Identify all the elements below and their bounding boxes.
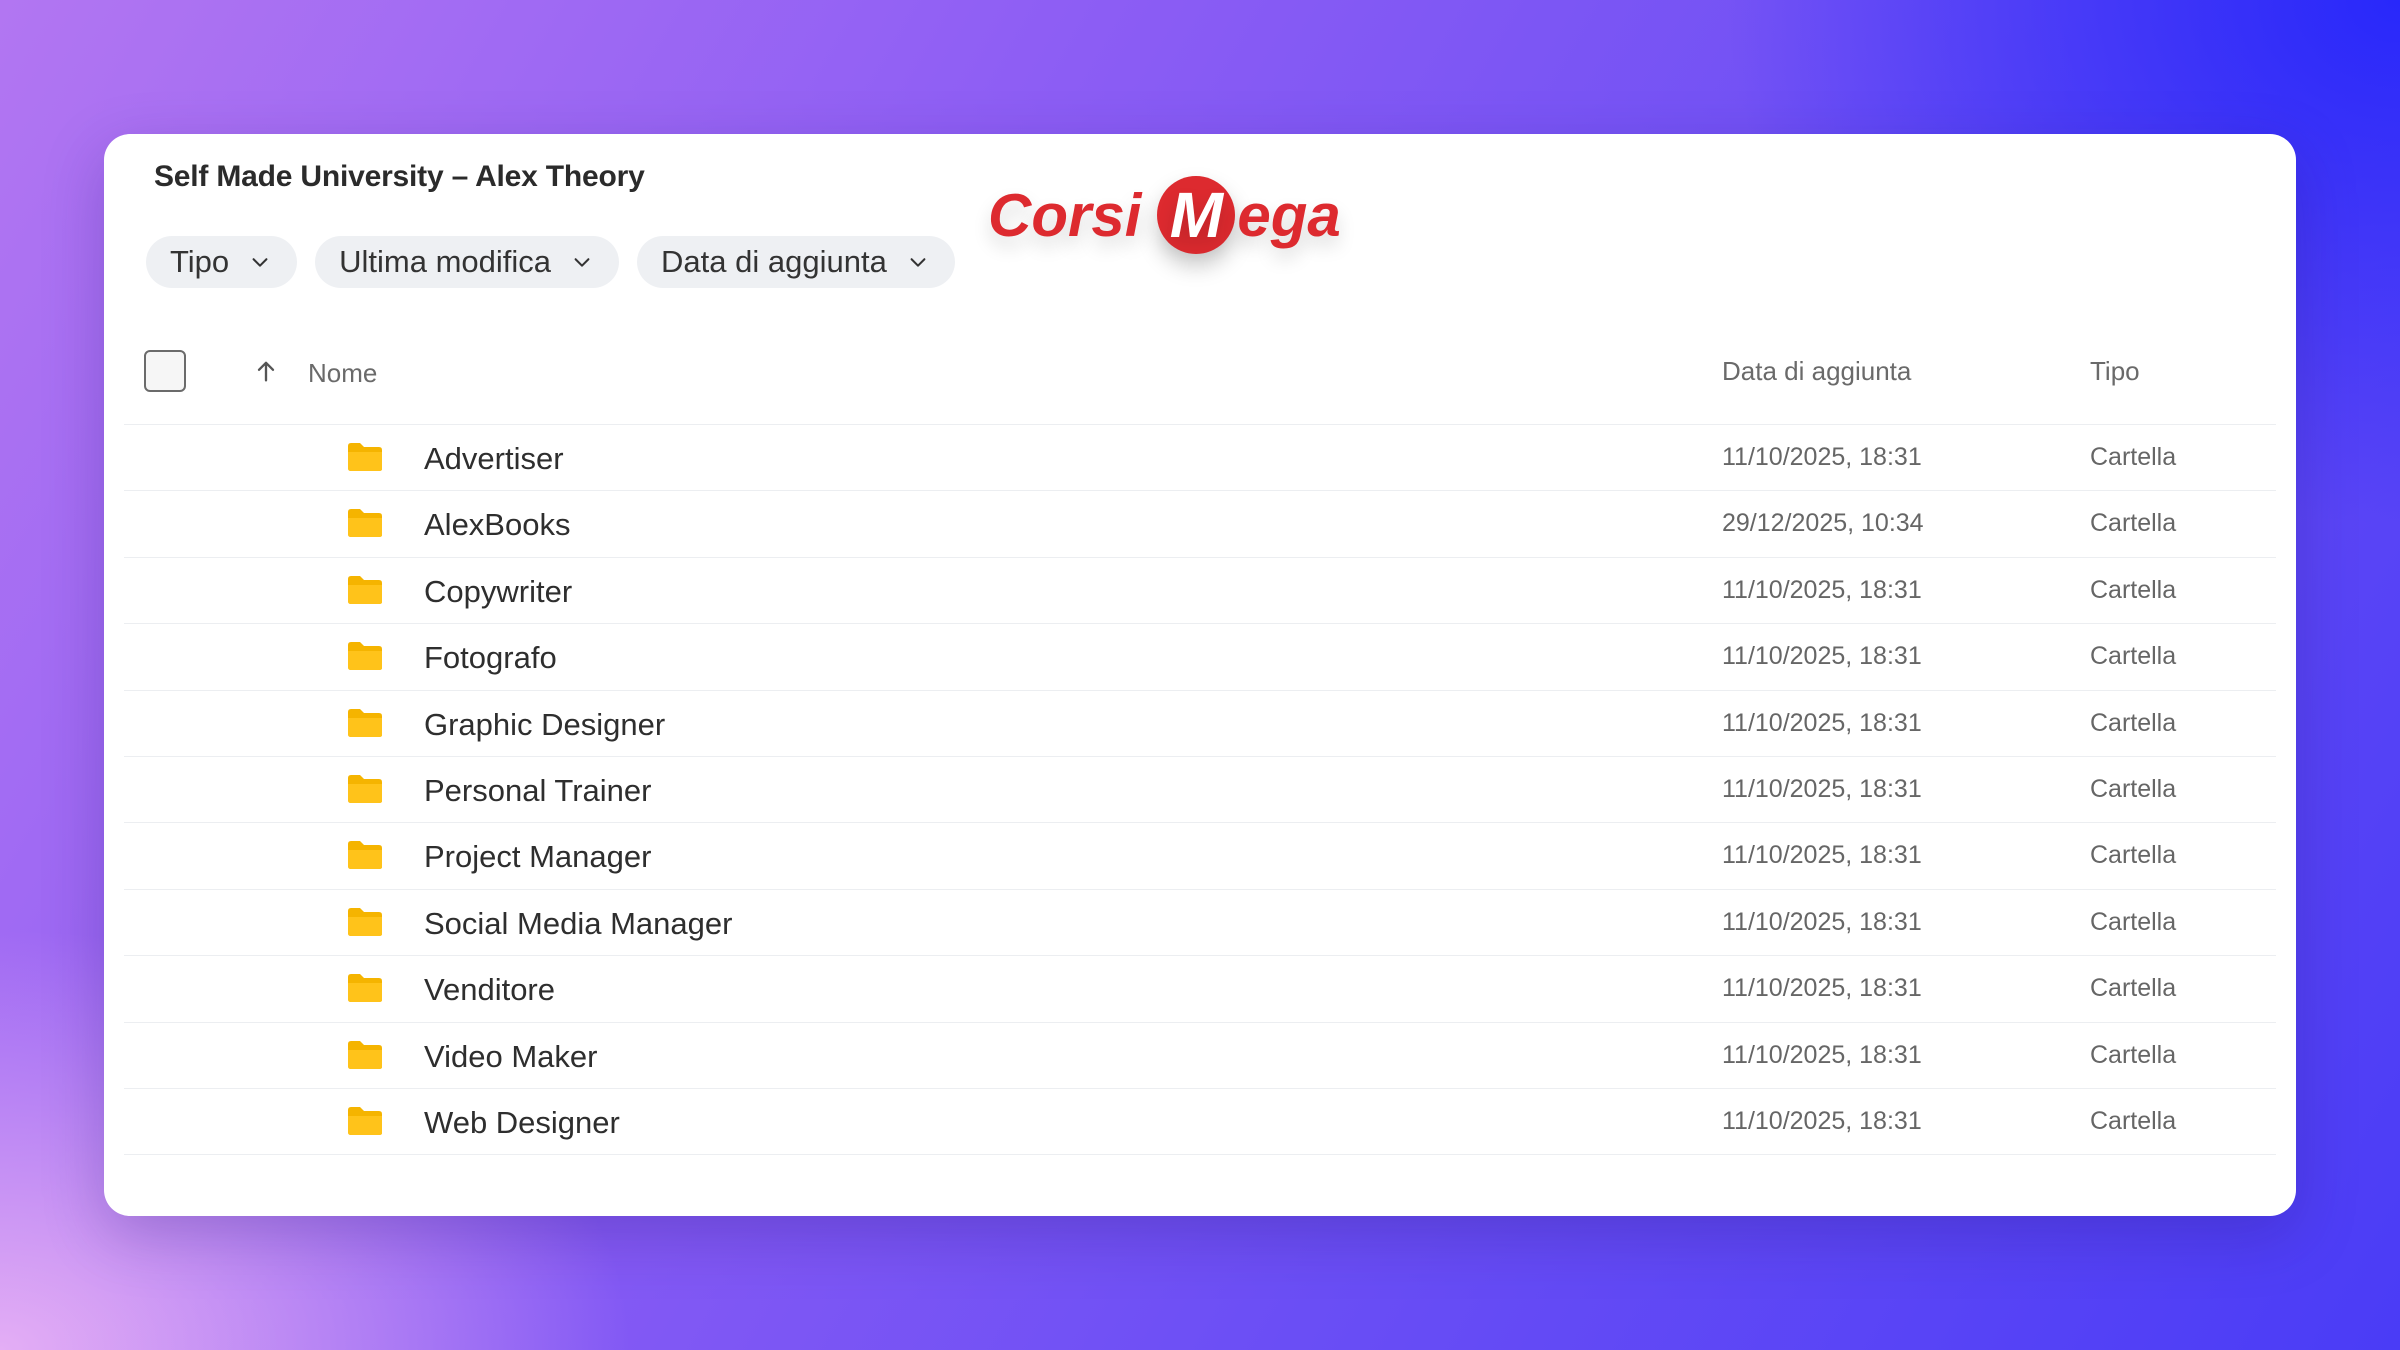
chevron-down-icon bbox=[910, 258, 926, 267]
row-date-added: 11/10/2025, 18:31 bbox=[1722, 708, 1922, 737]
folder-icon bbox=[348, 774, 382, 803]
table-row[interactable]: AlexBooks 29/12/2025, 10:34 Cartella bbox=[124, 490, 2276, 556]
page-title: Self Made University – Alex Theory bbox=[154, 160, 645, 193]
row-type: Cartella bbox=[2090, 509, 2177, 538]
row-date-added: 11/10/2025, 18:31 bbox=[1722, 841, 1922, 870]
row-date-added: 11/10/2025, 18:31 bbox=[1722, 575, 1922, 604]
row-type: Cartella bbox=[2090, 907, 2177, 936]
table-row[interactable]: Copywriter 11/10/2025, 18:31 Cartella bbox=[124, 556, 2276, 623]
row-name: Project Manager bbox=[424, 839, 652, 875]
row-name: Personal Trainer bbox=[424, 772, 652, 808]
folder-icon bbox=[348, 907, 382, 936]
filter-type-button[interactable]: Tipo bbox=[146, 236, 298, 288]
row-type: Cartella bbox=[2090, 575, 2177, 604]
row-name: Social Media Manager bbox=[424, 905, 733, 941]
row-type: Cartella bbox=[2090, 841, 2177, 870]
filter-last-modified-label: Ultima modifica bbox=[339, 244, 552, 279]
folder-icon bbox=[348, 509, 382, 538]
table-row[interactable]: Advertiser 11/10/2025, 18:31 Cartella bbox=[124, 424, 2276, 490]
file-list: Advertiser 11/10/2025, 18:31 Cartella Al… bbox=[124, 424, 2276, 1156]
filter-bar: Tipo Ultima modifica Data di aggiunta bbox=[146, 236, 955, 288]
folder-icon bbox=[348, 1106, 382, 1135]
table-header: Nome Data di aggiunta Tipo bbox=[104, 340, 2296, 412]
folder-icon bbox=[348, 1040, 382, 1069]
chevron-down-icon bbox=[252, 258, 268, 267]
row-type: Cartella bbox=[2090, 774, 2177, 803]
row-name: Copywriter bbox=[424, 573, 573, 609]
table-row[interactable]: Graphic Designer 11/10/2025, 18:31 Carte… bbox=[124, 689, 2276, 756]
table-row[interactable]: Venditore 11/10/2025, 18:31 Cartella bbox=[124, 955, 2276, 1021]
folder-icon bbox=[348, 974, 382, 1003]
row-name: Advertiser bbox=[424, 441, 564, 476]
select-all-checkbox[interactable] bbox=[144, 350, 186, 392]
row-date-added: 11/10/2025, 18:31 bbox=[1722, 1040, 1922, 1069]
corsi-mega-logo: Corsi M ega bbox=[988, 170, 1341, 260]
chevron-down-icon bbox=[574, 258, 590, 267]
row-type: Cartella bbox=[2090, 1040, 2177, 1069]
row-date-added: 11/10/2025, 18:31 bbox=[1722, 974, 1922, 1003]
file-browser-window: Self Made University – Alex Theory Corsi… bbox=[104, 134, 2296, 1216]
row-date-added: 29/12/2025, 10:34 bbox=[1722, 509, 1924, 538]
row-type: Cartella bbox=[2090, 974, 2177, 1003]
logo-text-ega: ega bbox=[1237, 181, 1341, 249]
folder-icon bbox=[348, 575, 382, 604]
row-type: Cartella bbox=[2090, 642, 2177, 671]
row-name: Venditore bbox=[424, 972, 555, 1008]
row-type: Cartella bbox=[2090, 1106, 2177, 1135]
row-date-added: 11/10/2025, 18:31 bbox=[1722, 774, 1922, 803]
row-date-added: 11/10/2025, 18:31 bbox=[1722, 1106, 1922, 1135]
row-date-added: 11/10/2025, 18:31 bbox=[1722, 907, 1922, 936]
row-date-added: 11/10/2025, 18:31 bbox=[1722, 642, 1922, 671]
column-header-name[interactable]: Nome bbox=[308, 358, 377, 389]
row-name: Web Designer bbox=[424, 1104, 620, 1140]
column-header-type[interactable]: Tipo bbox=[2090, 356, 2140, 387]
folder-icon bbox=[348, 443, 382, 471]
filter-last-modified-button[interactable]: Ultima modifica bbox=[315, 236, 620, 288]
logo-m-badge: M bbox=[1157, 176, 1236, 254]
row-type: Cartella bbox=[2090, 708, 2177, 737]
row-name: Video Maker bbox=[424, 1038, 598, 1074]
table-row[interactable]: Video Maker 11/10/2025, 18:31 Cartella bbox=[124, 1021, 2276, 1088]
row-name: Fotografo bbox=[424, 640, 557, 676]
row-type: Cartella bbox=[2090, 443, 2177, 471]
table-row[interactable]: Web Designer 11/10/2025, 18:31 Cartella bbox=[124, 1087, 2276, 1156]
folder-icon bbox=[348, 708, 382, 737]
row-date-added: 11/10/2025, 18:31 bbox=[1722, 443, 1922, 471]
row-name: AlexBooks bbox=[424, 507, 571, 543]
folder-icon bbox=[348, 841, 382, 870]
row-name: Graphic Designer bbox=[424, 706, 666, 742]
filter-date-added-button[interactable]: Data di aggiunta bbox=[637, 236, 955, 288]
table-row[interactable]: Project Manager 11/10/2025, 18:31 Cartel… bbox=[124, 822, 2276, 888]
folder-icon bbox=[348, 642, 382, 671]
table-row[interactable]: Fotografo 11/10/2025, 18:31 Cartella bbox=[124, 623, 2276, 689]
filter-date-added-label: Data di aggiunta bbox=[661, 244, 887, 279]
table-row[interactable]: Personal Trainer 11/10/2025, 18:31 Carte… bbox=[124, 755, 2276, 822]
logo-text-corsi: Corsi bbox=[988, 181, 1142, 249]
filter-type-label: Tipo bbox=[170, 244, 230, 279]
column-header-date-added[interactable]: Data di aggiunta bbox=[1722, 356, 1911, 387]
arrow-up-icon[interactable] bbox=[252, 356, 280, 386]
table-row[interactable]: Social Media Manager 11/10/2025, 18:31 C… bbox=[124, 888, 2276, 955]
